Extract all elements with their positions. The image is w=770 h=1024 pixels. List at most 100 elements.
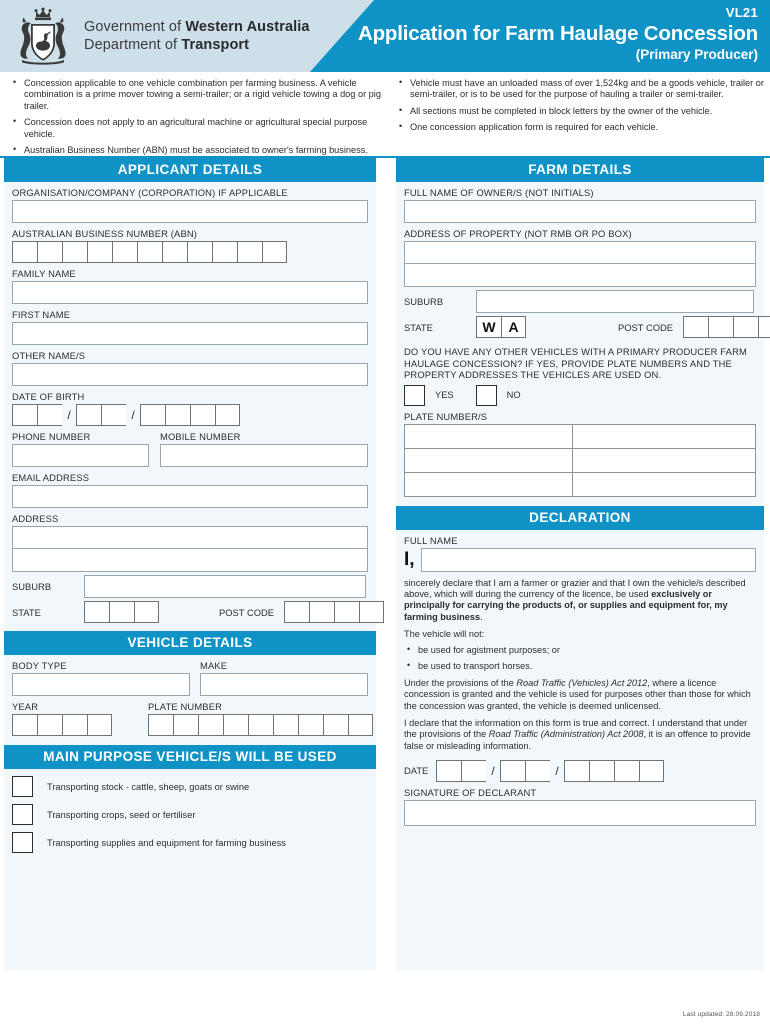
table-row[interactable] <box>403 447 756 473</box>
farm-postcode-cell[interactable] <box>708 316 734 338</box>
applicant-suburb-input[interactable] <box>84 575 366 598</box>
address-line1-input[interactable] <box>12 526 368 549</box>
purpose-checkbox-supplies[interactable] <box>12 832 33 853</box>
state-cell[interactable] <box>134 601 159 623</box>
decl-date-day-cell[interactable] <box>436 759 461 782</box>
family-name-input[interactable] <box>12 281 368 304</box>
signature-input[interactable] <box>404 799 756 826</box>
phone-input[interactable] <box>12 444 149 467</box>
abn-cell[interactable] <box>237 241 262 263</box>
address-line2-input[interactable] <box>12 549 368 572</box>
year-cell[interactable] <box>62 714 87 736</box>
abn-cell[interactable] <box>37 241 62 263</box>
declaration-text: sincerely declare that I am a farmer or … <box>404 578 756 752</box>
first-name-input[interactable] <box>12 322 368 345</box>
date-of-birth-comb-input[interactable]: / / <box>12 404 368 426</box>
farm-postcode-cell[interactable] <box>733 316 759 338</box>
abn-comb-input[interactable] <box>12 241 368 263</box>
owner-name-input[interactable] <box>404 200 756 223</box>
dob-year-cell[interactable] <box>165 404 190 426</box>
farm-suburb-input[interactable] <box>476 290 754 313</box>
abn-cell[interactable] <box>87 241 112 263</box>
declaration-date-comb-input[interactable]: / / <box>436 759 664 782</box>
plate-cell[interactable] <box>298 714 323 736</box>
plate-cell[interactable] <box>273 714 298 736</box>
year-comb-input[interactable] <box>12 714 112 736</box>
year-label: YEAR <box>12 701 39 712</box>
decl-date-year-cell[interactable] <box>614 759 639 782</box>
decl-date-day-cell[interactable] <box>461 759 486 782</box>
applicant-state-comb-input[interactable] <box>84 601 159 623</box>
purpose-option-row[interactable]: Transporting stock - cattle, sheep, goat… <box>12 776 368 797</box>
property-line1-input[interactable] <box>404 241 756 264</box>
decl-date-month-cell[interactable] <box>500 759 525 782</box>
postcode-cell[interactable] <box>359 601 385 623</box>
dob-year-cell[interactable] <box>190 404 215 426</box>
plate-number-comb-input[interactable] <box>148 714 373 736</box>
plate-cell[interactable] <box>348 714 373 736</box>
abn-cell[interactable] <box>112 241 137 263</box>
abn-cell[interactable] <box>62 241 87 263</box>
plate-cell[interactable] <box>248 714 273 736</box>
plate-cell[interactable] <box>323 714 348 736</box>
abn-cell[interactable] <box>162 241 187 263</box>
declaration-date-row: DATE / / <box>404 759 756 782</box>
purpose-checkbox-stock[interactable] <box>12 776 33 797</box>
make-input[interactable] <box>200 673 368 696</box>
plate-table-cell[interactable] <box>403 447 574 473</box>
plate-table-cell[interactable] <box>403 423 574 449</box>
state-cell[interactable] <box>84 601 109 623</box>
declaration-full-name-input[interactable] <box>420 547 756 572</box>
postcode-cell[interactable] <box>309 601 335 623</box>
postcode-cell[interactable] <box>284 601 310 623</box>
organisation-input[interactable] <box>12 200 368 223</box>
plate-table-cell[interactable] <box>572 471 756 497</box>
mobile-label: MOBILE NUMBER <box>160 431 241 442</box>
other-vehicles-checkbox-yes[interactable] <box>404 384 425 406</box>
abn-cell[interactable] <box>12 241 37 263</box>
plate-cell[interactable] <box>173 714 198 736</box>
table-row[interactable] <box>403 423 756 449</box>
dob-month-cell[interactable] <box>101 404 126 426</box>
purpose-option-row[interactable]: Transporting supplies and equipment for … <box>12 832 368 853</box>
purpose-checkbox-crops[interactable] <box>12 804 33 825</box>
property-line2-input[interactable] <box>404 264 756 287</box>
plate-cell[interactable] <box>198 714 223 736</box>
email-input[interactable] <box>12 485 368 508</box>
abn-cell[interactable] <box>137 241 162 263</box>
other-vehicles-checkbox-no[interactable] <box>475 384 497 406</box>
purpose-option-row[interactable]: Transporting crops, seed or fertiliser <box>12 804 368 825</box>
abn-cell[interactable] <box>187 241 212 263</box>
mobile-input[interactable] <box>159 444 368 467</box>
dob-day-cell[interactable] <box>12 404 37 426</box>
decl-date-year-cell[interactable] <box>564 759 589 782</box>
other-names-input[interactable] <box>12 363 368 386</box>
decl-date-year-cell[interactable] <box>639 759 664 782</box>
farm-postcode-comb-input[interactable] <box>683 316 770 338</box>
postcode-cell[interactable] <box>334 601 360 623</box>
decl-date-year-cell[interactable] <box>589 759 614 782</box>
plate-numbers-table[interactable] <box>403 423 756 497</box>
farm-postcode-cell[interactable] <box>758 316 770 338</box>
year-cell[interactable] <box>12 714 37 736</box>
year-cell[interactable] <box>87 714 112 736</box>
plate-table-cell[interactable] <box>572 447 756 473</box>
plate-cell[interactable] <box>148 714 173 736</box>
farm-postcode-cell[interactable] <box>683 316 709 338</box>
year-cell[interactable] <box>37 714 62 736</box>
form-code: VL21 <box>725 5 758 20</box>
dob-year-cell[interactable] <box>140 404 165 426</box>
plate-table-cell[interactable] <box>403 471 574 497</box>
plate-cell[interactable] <box>223 714 248 736</box>
decl-date-month-cell[interactable] <box>525 759 550 782</box>
abn-cell[interactable] <box>262 241 287 263</box>
dob-day-cell[interactable] <box>37 404 62 426</box>
plate-table-cell[interactable] <box>572 423 756 449</box>
applicant-postcode-comb-input[interactable] <box>284 601 385 623</box>
state-cell[interactable] <box>109 601 134 623</box>
table-row[interactable] <box>403 471 756 497</box>
dob-month-cell[interactable] <box>76 404 101 426</box>
dob-year-cell[interactable] <box>215 404 240 426</box>
body-type-input[interactable] <box>12 673 190 696</box>
abn-cell[interactable] <box>212 241 237 263</box>
